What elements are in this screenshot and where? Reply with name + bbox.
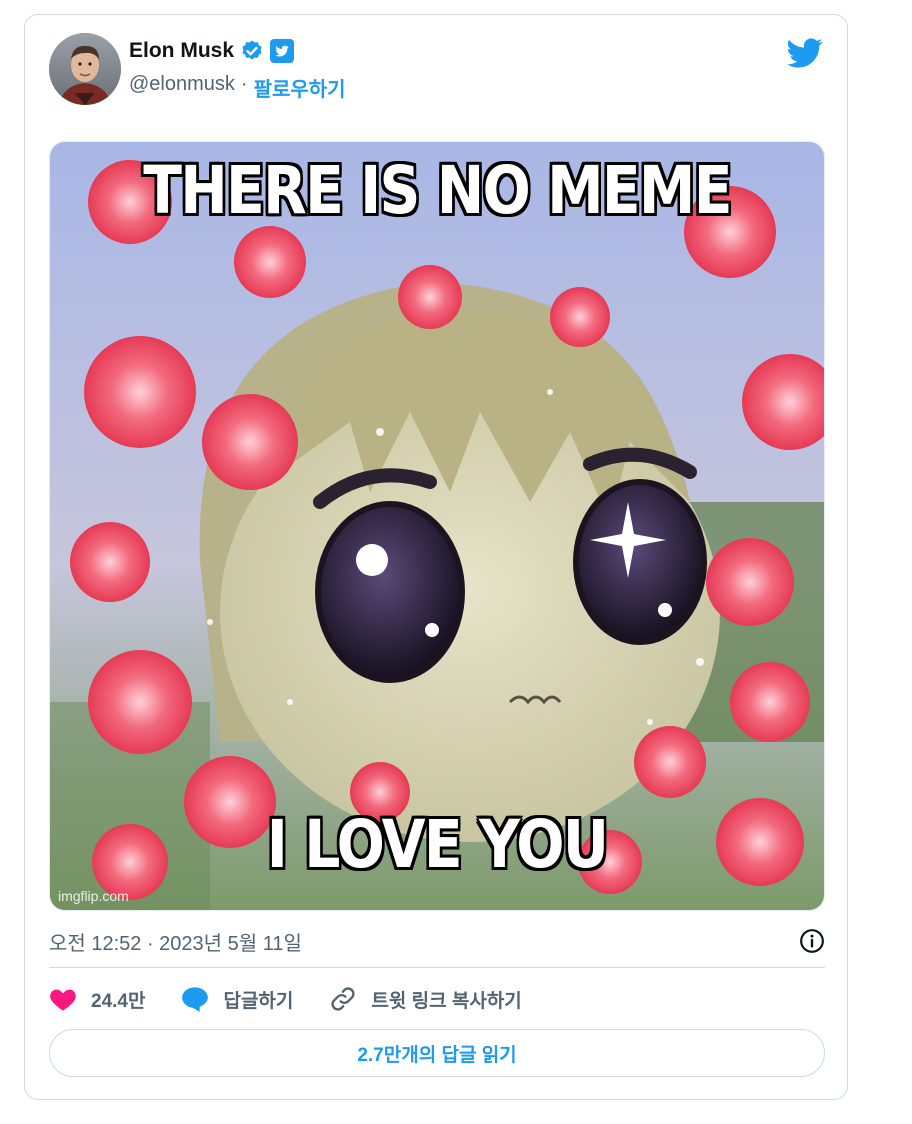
like-button[interactable]: 24.4만 [49,986,145,1013]
action-bar: 24.4만 답글하기 트윗 링크 복사하기 [49,981,522,1017]
meme-top-caption: THERE IS NO MEME [143,152,732,229]
separator-dot: · [240,73,248,95]
tweet-embed-card: Elon Musk @elonmusk · 팔로우하기 THERE IS NO … [24,14,848,1100]
reply-button[interactable]: 답글하기 [181,986,293,1013]
reply-bubble-icon [182,987,209,1012]
follow-link[interactable]: 팔로우하기 [254,73,346,102]
copy-link-button[interactable]: 트윗 링크 복사하기 [329,985,522,1013]
imgflip-watermark: imgflip.com [58,888,129,904]
twitter-logo-icon[interactable] [787,35,823,71]
divider [49,967,825,968]
author-handle[interactable]: @elonmusk [129,73,235,102]
meme-bottom-caption: I LOVE YOU [266,806,609,883]
meme-illustration [50,142,824,910]
copy-link-label: 트윗 링크 복사하기 [371,990,522,1012]
author-name[interactable]: Elon Musk [129,39,234,63]
verified-badge-icon [242,40,262,60]
reply-label: 답글하기 [223,990,294,1012]
timestamp-row: 오전 12:52 · 2023년 5월 11일 [49,923,825,959]
author-name-row: Elon Musk [129,39,295,63]
avatar[interactable] [49,33,121,105]
heart-icon [50,989,76,1011]
tweet-media-image[interactable]: THERE IS NO MEME I LOVE YOU imgflip.com [49,141,825,911]
info-icon[interactable] [799,928,825,954]
twitter-badge-icon [270,39,295,63]
link-icon [331,987,355,1011]
read-replies-button[interactable]: 2.7만개의 답글 읽기 [49,1029,825,1077]
tweet-timestamp[interactable]: 오전 12:52 · 2023년 5월 11일 [49,927,302,956]
author-handle-row: @elonmusk · 팔로우하기 [129,73,346,102]
like-count: 24.4만 [91,990,146,1012]
